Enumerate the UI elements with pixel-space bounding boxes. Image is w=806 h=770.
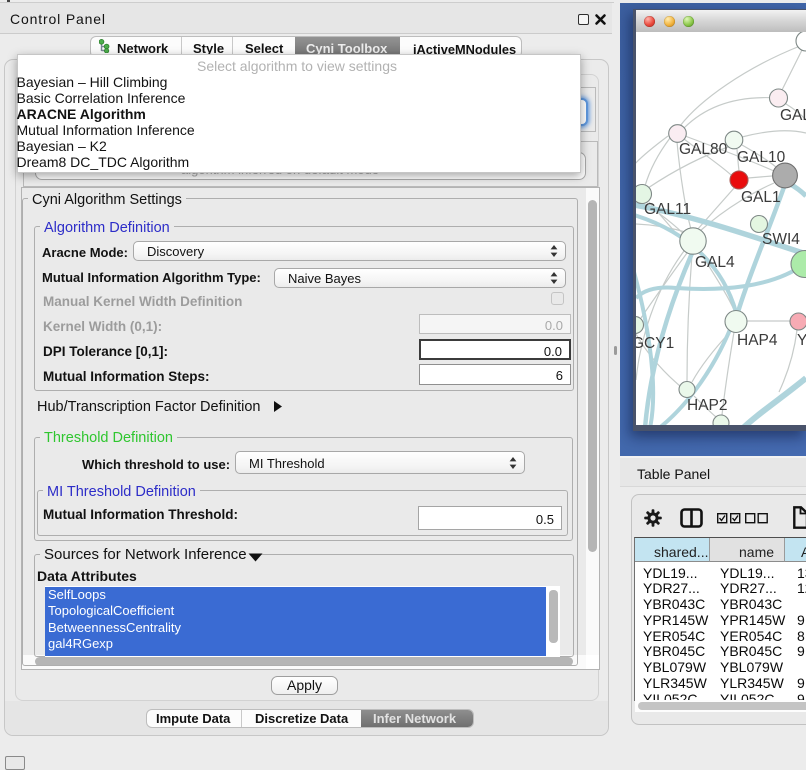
svg-text:HAP2: HAP2 bbox=[687, 397, 728, 414]
svg-text:SWI4: SWI4 bbox=[762, 231, 800, 248]
svg-text:GAL4: GAL4 bbox=[695, 254, 735, 271]
svg-text:HAP4: HAP4 bbox=[737, 332, 778, 349]
svg-text:YB: YB bbox=[797, 332, 806, 349]
svg-text:GCY1: GCY1 bbox=[636, 335, 674, 352]
svg-text:GAL10: GAL10 bbox=[737, 149, 786, 166]
svg-text:GAL80: GAL80 bbox=[679, 141, 728, 158]
svg-text:GAL1: GAL1 bbox=[741, 189, 781, 206]
svg-text:GAL7: GAL7 bbox=[780, 107, 806, 124]
svg-text:GAL11: GAL11 bbox=[644, 201, 691, 218]
